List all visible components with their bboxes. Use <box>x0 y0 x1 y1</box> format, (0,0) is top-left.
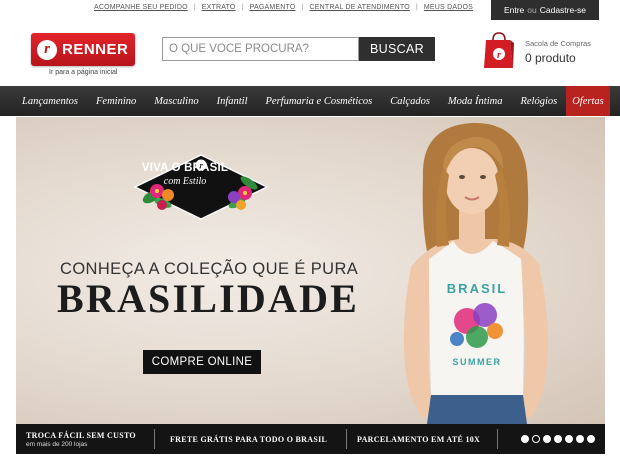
search-input[interactable] <box>162 37 359 61</box>
slide-dot[interactable] <box>532 435 540 443</box>
register-link[interactable]: Cadastre-se <box>540 5 586 15</box>
benefit-free-shipping[interactable]: FRETE GRÁTIS PARA TODO O BRASIL <box>155 424 346 454</box>
hero-banner[interactable]: r VIVA O BRASIL com Estilo CONHEÇA A COL… <box>16 117 605 424</box>
shop-online-button[interactable]: COMPRE ONLINE <box>143 350 261 374</box>
logo-mark-icon: r <box>37 39 57 60</box>
login-register-box: Entre ou Cadastre-se <box>491 0 599 20</box>
benefit-easy-exchange[interactable]: TROCA FÁCIL SEM CUSTO em mais de 200 loj… <box>16 424 154 454</box>
nav-item-calcados[interactable]: Calçados <box>381 86 439 116</box>
link-my-data[interactable]: MEUS DADOS <box>418 4 479 11</box>
benefit-subtitle: em mais de 200 lojas <box>26 440 88 448</box>
login-or-text: ou <box>527 5 537 15</box>
nav-item-lancamentos[interactable]: Lançamentos <box>0 86 87 116</box>
shirt-print-bottom: SUMMER <box>453 357 502 367</box>
badge-title: VIVA O BRASIL <box>141 162 229 174</box>
badge-subtitle: com Estilo <box>163 176 207 187</box>
model-photo: BRASIL SUMMER <box>403 122 548 424</box>
slide-pagination <box>521 435 595 443</box>
benefit-title: PARCELAMENTO EM ATÉ 10X <box>357 434 481 444</box>
hero-title: BRASILIDADE <box>57 276 360 321</box>
benefit-installments[interactable]: PARCELAMENTO EM ATÉ 10X <box>347 424 497 454</box>
shirt-print-top: BRASIL <box>447 281 507 296</box>
login-link[interactable]: Entre <box>504 5 524 15</box>
slide-dot[interactable] <box>554 435 562 443</box>
nav-item-masculino[interactable]: Masculino <box>145 86 207 116</box>
search-button[interactable]: BUSCAR <box>359 37 435 61</box>
nav-item-feminino[interactable]: Feminino <box>87 86 145 116</box>
svg-text:r: r <box>497 50 501 61</box>
link-track-order[interactable]: ACOMPANHE SEU PEDIDO <box>88 4 194 11</box>
benefit-title: TROCA FÁCIL SEM CUSTO <box>26 430 136 440</box>
top-utility-links: ACOMPANHE SEU PEDIDO | EXTRATO | PAGAMENTO… <box>88 4 479 11</box>
nav-item-perfumaria[interactable]: Perfumaria e Cosméticos <box>257 86 382 116</box>
slide-dot[interactable] <box>576 435 584 443</box>
link-statement[interactable]: EXTRATO <box>196 4 242 11</box>
benefits-bar: TROCA FÁCIL SEM CUSTO em mais de 200 loj… <box>16 424 605 454</box>
nav-item-ofertas[interactable]: Ofertas <box>566 86 610 116</box>
slide-dot[interactable] <box>543 435 551 443</box>
slide-dot[interactable] <box>521 435 529 443</box>
divider <box>497 429 498 449</box>
logo-wordmark: RENNER <box>62 41 129 58</box>
main-nav: Lançamentos Feminino Masculino Infantil … <box>0 86 620 116</box>
benefit-title: FRETE GRÁTIS PARA TODO O BRASIL <box>170 434 328 444</box>
nav-item-infantil[interactable]: Infantil <box>208 86 257 116</box>
cart-label: Sacola de Compras <box>525 39 591 48</box>
cart-count[interactable]: 0 produto <box>525 51 576 65</box>
shopping-bag-icon[interactable]: r <box>483 30 515 70</box>
slide-dot[interactable] <box>587 435 595 443</box>
nav-item-relogios[interactable]: Relógios <box>511 86 566 116</box>
home-link[interactable]: Ir para a página inicial <box>49 69 118 76</box>
renner-logo[interactable]: r RENNER <box>31 33 135 66</box>
nav-item-moda-intima[interactable]: Moda Íntima <box>439 86 512 116</box>
slide-dot[interactable] <box>565 435 573 443</box>
link-payment[interactable]: PAGAMENTO <box>244 4 302 11</box>
link-customer-service[interactable]: CENTRAL DE ATENDIMENTO <box>304 4 416 11</box>
